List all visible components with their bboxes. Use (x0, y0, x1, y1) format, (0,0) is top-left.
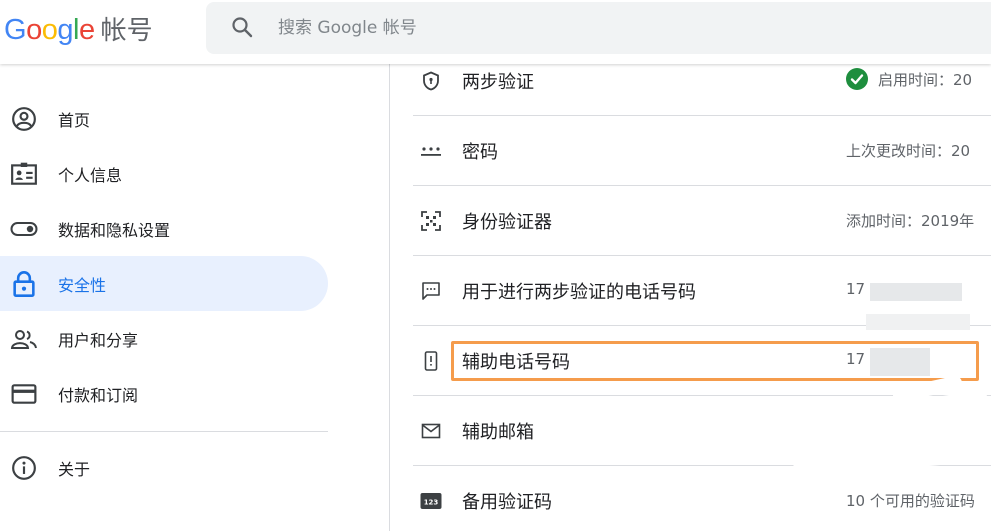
sms-icon (419, 279, 443, 303)
sidebar-item-about[interactable]: 关于 (0, 440, 328, 495)
password-dots-icon (419, 139, 443, 163)
row-title: 密码 (462, 142, 498, 163)
row-title: 用于进行两步验证的电话号码 (462, 282, 696, 303)
google-account-logo[interactable]: Google 帐号 (4, 10, 153, 46)
credit-card-icon (10, 380, 38, 408)
logo-letter: o (41, 14, 58, 46)
search-bar[interactable] (206, 2, 991, 54)
sidebar-item-label: 付款和订阅 (58, 385, 139, 405)
sidebar-item-label: 个人信息 (58, 165, 123, 185)
sidebar-nav: 首页 个人信息 数据和隐私设置 安全性 用户和分享 付款和订阅 关于 (0, 64, 389, 531)
row-value: 添加时间：2019年 (846, 212, 975, 230)
logo-letter: g (57, 14, 73, 46)
sidebar-item-data-privacy[interactable]: 数据和隐私设置 (0, 201, 328, 256)
redaction-smudge (866, 314, 970, 330)
security-row-backup-codes[interactable]: 123 备用验证码 10 个可用的验证码 (413, 466, 991, 531)
row-title: 辅助电话号码 (462, 352, 570, 373)
search-input[interactable] (278, 14, 878, 42)
phone-icon (419, 349, 443, 373)
sidebar-item-label: 用户和分享 (58, 330, 139, 350)
logo-product-name: 帐号 (100, 16, 153, 46)
logo-letter: G (4, 14, 27, 46)
row-value: 17 (846, 350, 866, 368)
sidebar-item-payments[interactable]: 付款和订阅 (0, 366, 328, 421)
sidebar-item-people-sharing[interactable]: 用户和分享 (0, 311, 328, 366)
mail-icon (419, 419, 443, 443)
google-account-page: Google 帐号 首页 (0, 0, 991, 531)
account-circle-icon (10, 105, 38, 133)
toggle-icon (10, 215, 38, 243)
people-icon (10, 325, 38, 353)
sidebar-divider (0, 431, 328, 432)
security-row-2sv[interactable]: 两步验证 启用时间：20 (413, 64, 991, 116)
sidebar-item-label: 数据和隐私设置 (58, 220, 171, 240)
top-app-bar: Google 帐号 (0, 0, 991, 64)
backup-codes-icon: 123 (419, 489, 443, 513)
row-title: 身份验证器 (462, 212, 552, 233)
logo-letter: e (78, 14, 95, 46)
row-value: 启用时间：20 (846, 68, 972, 90)
lock-icon (10, 270, 38, 298)
shield-icon (419, 69, 443, 93)
info-icon (10, 454, 38, 482)
redacted-phone-number (870, 283, 962, 301)
row-title: 备用验证码 (462, 492, 552, 513)
sidebar-item-label: 首页 (58, 110, 91, 130)
svg-text:123: 123 (424, 499, 439, 507)
security-row-authenticator[interactable]: 身份验证器 添加时间：2019年 (413, 186, 991, 256)
row-title: 辅助邮箱 (462, 422, 534, 443)
sidebar-item-label: 安全性 (58, 275, 107, 295)
row-value: 17 (846, 280, 866, 298)
row-value: 10 个可用的验证码 (846, 492, 975, 510)
row-value: 上次更改时间：20 (846, 142, 971, 160)
search-icon[interactable] (230, 15, 254, 39)
qr-code-icon (419, 209, 443, 233)
security-row-recovery-email[interactable]: 辅助邮箱 (413, 396, 991, 466)
sidebar-item-security[interactable]: 安全性 (0, 256, 328, 311)
sidebar-item-home[interactable]: 首页 (0, 91, 328, 146)
redacted-phone-number (870, 348, 930, 376)
row-title: 两步验证 (462, 72, 534, 93)
id-card-icon (10, 160, 38, 188)
sidebar-item-label: 关于 (58, 459, 91, 479)
google-wordmark: Google (4, 14, 95, 47)
check-circle-icon (846, 68, 868, 90)
sidebar-item-personal-info[interactable]: 个人信息 (0, 146, 328, 201)
row-value-text: 启用时间：20 (878, 70, 973, 89)
logo-letter: o (26, 14, 42, 46)
security-row-password[interactable]: 密码 上次更改时间：20 (413, 116, 991, 186)
